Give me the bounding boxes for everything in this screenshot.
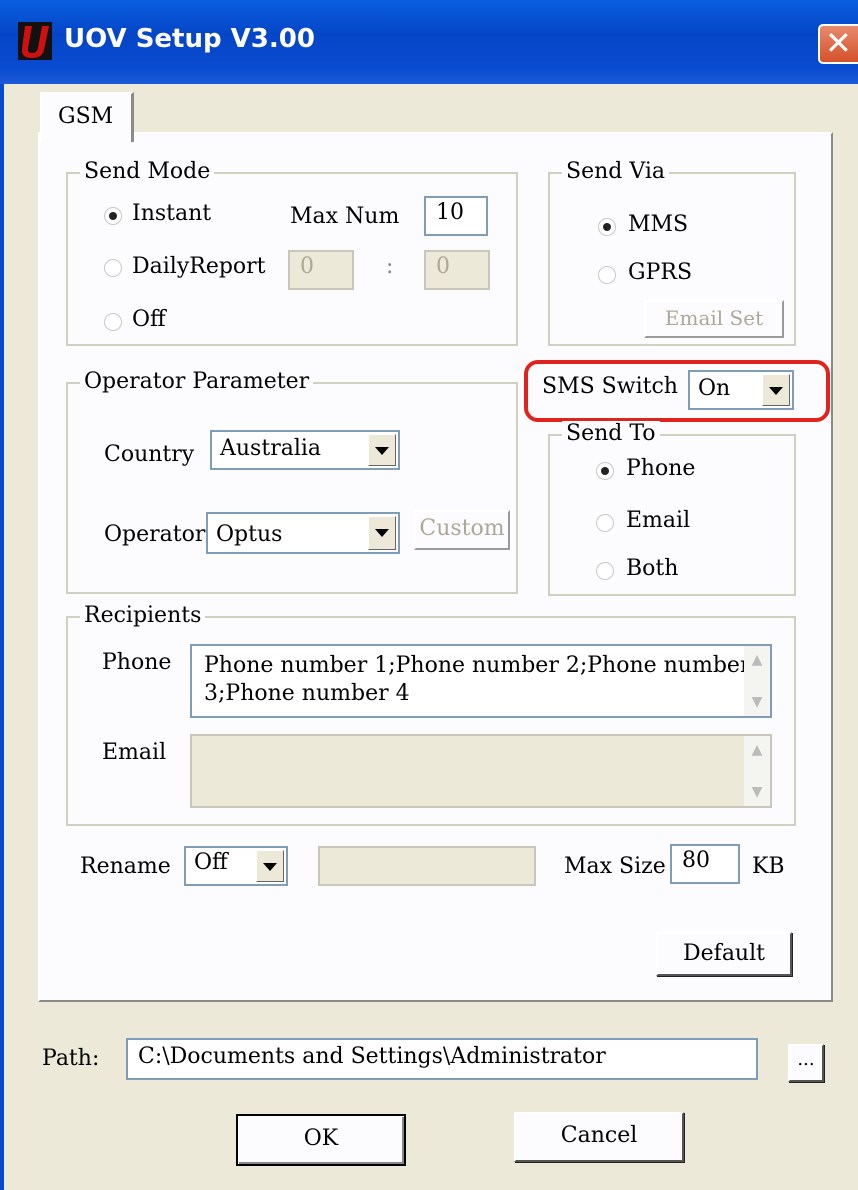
daily-hour-input[interactable]: 0 [288, 250, 354, 290]
recipients-phone-textarea[interactable]: Phone number 1;Phone number 2;Phone numb… [190, 644, 772, 718]
send-to-phone-label: Phone [626, 456, 696, 481]
custom-button[interactable]: Custom [414, 510, 510, 550]
operator-label: Operator [104, 522, 206, 547]
phone-scrollbar[interactable]: ▲ ▼ [744, 646, 770, 716]
time-separator: : [386, 254, 394, 279]
country-label: Country [104, 442, 195, 467]
cancel-button[interactable]: Cancel [514, 1112, 684, 1162]
send-to-phone-radio[interactable] [596, 462, 614, 480]
send-to-email-radio[interactable] [596, 514, 614, 532]
operator-dropdown[interactable]: Optus [206, 512, 400, 554]
max-num-label: Max Num [290, 204, 400, 229]
max-num-input[interactable]: 10 [424, 196, 488, 236]
rename-label: Rename [80, 854, 171, 879]
send-to-email-label: Email [626, 508, 691, 533]
max-size-unit: KB [752, 854, 785, 879]
recipients-phone-label: Phone [102, 650, 172, 675]
daily-minute-input[interactable]: 0 [424, 250, 490, 290]
gprs-radio[interactable] [598, 266, 616, 284]
email-set-button[interactable]: Email Set [644, 300, 784, 338]
off-radio[interactable] [104, 313, 122, 331]
off-label: Off [132, 307, 166, 332]
scroll-up-icon[interactable]: ▲ [746, 738, 768, 762]
send-mode-title: Send Mode [80, 159, 215, 184]
max-size-input[interactable]: 80 [670, 844, 740, 884]
sms-switch-label: SMS Switch [542, 374, 678, 399]
path-input[interactable]: C:\Documents and Settings\Administrator [126, 1038, 758, 1080]
gprs-label: GPRS [628, 260, 693, 285]
send-via-title: Send Via [562, 159, 669, 184]
recipients-email-textarea[interactable]: ▲ ▼ [190, 734, 772, 808]
country-value: Australia [220, 436, 322, 461]
close-button[interactable]: ✕ [818, 24, 858, 64]
max-size-label: Max Size [564, 854, 666, 879]
rename-text-input[interactable] [318, 846, 536, 886]
country-dropdown[interactable]: Australia [210, 430, 400, 470]
mms-label: MMS [628, 212, 689, 237]
window-title: UOV Setup V3.00 [64, 24, 315, 54]
path-label: Path: [42, 1046, 100, 1071]
chevron-down-icon[interactable] [762, 374, 790, 406]
recipients-email-label: Email [102, 740, 167, 765]
send-to-both-radio[interactable] [596, 562, 614, 580]
email-scrollbar[interactable]: ▲ ▼ [744, 736, 770, 806]
sms-switch-value: On [698, 376, 731, 401]
scroll-down-icon[interactable]: ▼ [746, 690, 768, 714]
chevron-down-icon[interactable] [368, 516, 396, 550]
scroll-up-icon[interactable]: ▲ [746, 648, 768, 672]
close-icon: ✕ [825, 24, 852, 62]
daily-report-radio[interactable] [104, 259, 122, 277]
app-logo-icon [18, 22, 52, 60]
recipients-title: Recipients [80, 603, 206, 628]
tab-gsm[interactable]: GSM [40, 92, 134, 142]
chevron-down-icon[interactable] [256, 850, 284, 882]
browse-button[interactable]: ... [788, 1044, 824, 1082]
send-to-title: Send To [562, 421, 660, 446]
phone-line-1: Phone number 1;Phone number 2;Phone numb… [204, 653, 751, 678]
daily-report-label: DailyReport [132, 254, 266, 279]
rename-dropdown[interactable]: Off [184, 846, 288, 886]
send-to-both-label: Both [626, 556, 679, 581]
mms-radio[interactable] [598, 218, 616, 236]
phone-line-2: 3;Phone number 4 [204, 681, 410, 706]
operator-parameter-group: Operator Parameter [66, 369, 518, 594]
sms-switch-dropdown[interactable]: On [688, 370, 794, 410]
scroll-down-icon[interactable]: ▼ [746, 780, 768, 804]
title-bar[interactable]: UOV Setup V3.00 ✕ [0, 0, 858, 84]
ok-button[interactable]: OK [236, 1114, 406, 1166]
tab-gsm-label: GSM [58, 104, 114, 129]
chevron-down-icon[interactable] [368, 434, 396, 466]
instant-radio[interactable] [104, 207, 122, 225]
operator-value: Optus [216, 522, 283, 547]
operator-parameter-title: Operator Parameter [80, 369, 314, 394]
instant-label: Instant [132, 201, 212, 226]
default-button[interactable]: Default [656, 932, 792, 976]
rename-value: Off [194, 850, 228, 875]
